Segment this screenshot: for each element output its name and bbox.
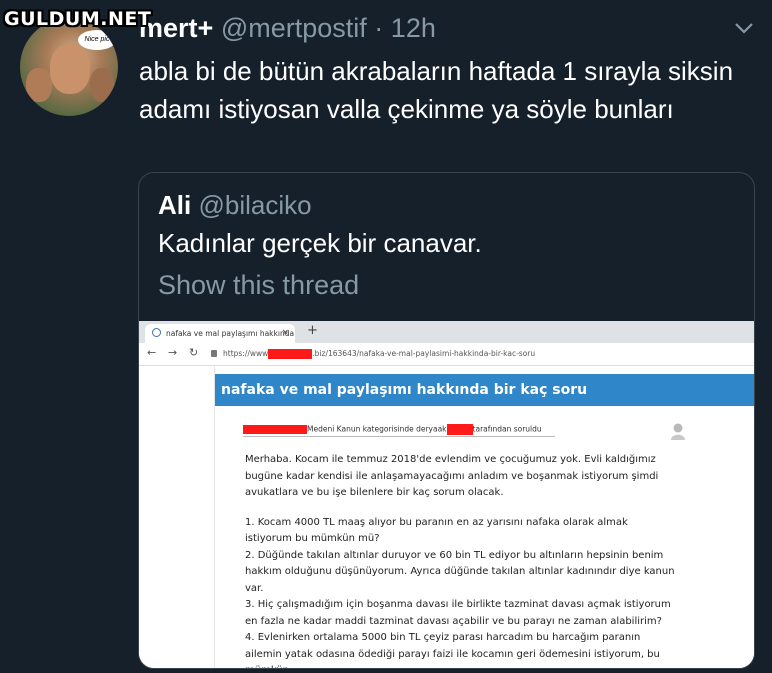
tweet-text: abla bi de bütün akrabaların haftada 1 s…	[139, 56, 734, 124]
url-prefix: https://www	[223, 349, 269, 358]
avatar[interactable]: Nice pic	[20, 18, 118, 116]
redaction-mark	[243, 425, 307, 434]
browser-nav-bar: ← → ↻ https://www .biz/163643/nafaka-ve-m…	[139, 343, 754, 366]
address-bar[interactable]: https://www .biz/163643/nafaka-ve-mal-pay…	[211, 349, 535, 359]
new-tab-icon[interactable]: +	[307, 323, 318, 338]
watermark: GULDUM.NET	[4, 8, 152, 30]
meta-category: Medeni Kanun kategorisinde deryaak	[307, 424, 447, 434]
avatar-face	[50, 44, 90, 94]
user-avatar-icon	[671, 423, 685, 440]
redaction-mark	[446, 424, 473, 435]
page-margin	[139, 366, 213, 668]
favicon-icon	[152, 328, 161, 337]
show-thread-link[interactable]: Show this thread	[158, 267, 359, 303]
back-arrow-icon[interactable]: ←	[147, 346, 156, 359]
quoted-tweet-text: Kadınlar gerçek bir canavar.	[158, 228, 482, 258]
quoted-tweet[interactable]: Ali @bilaciko Kadınlar gerçek bir canava…	[138, 172, 755, 669]
url-suffix: .biz/163643/nafaka-ve-mal-paylasimi-hakk…	[312, 349, 536, 358]
avatar-speech-bubble: Nice pic	[78, 30, 116, 50]
page-title-banner: nafaka ve mal paylaşımı hakkında bir kaç…	[215, 374, 754, 406]
quoted-display-name: Ali	[158, 190, 192, 220]
reload-icon[interactable]: ↻	[189, 346, 198, 359]
intro-paragraph: Merhaba. Kocam ile temmuz 2018'de evlend…	[245, 454, 659, 498]
tweet-header: mert+ @mertpostif · 12h	[139, 10, 436, 46]
separator: ·	[374, 13, 384, 43]
avatar-face	[26, 68, 52, 102]
browser-tab-bar: nafaka ve mal paylaşımı hakkında × +	[139, 321, 754, 343]
page-content: nafaka ve mal paylaşımı hakkında bir kaç…	[214, 366, 754, 668]
avatar-face	[90, 68, 114, 102]
lock-icon	[211, 350, 217, 357]
handle[interactable]: @mertpostif	[221, 13, 367, 43]
browser-tab[interactable]: nafaka ve mal paylaşımı hakkında ×	[145, 324, 295, 343]
questions-paragraph: 1. Kocam 4000 TL maaş alıyor bu paranın …	[245, 516, 675, 669]
timestamp[interactable]: 12h	[391, 13, 436, 43]
tab-title: nafaka ve mal paylaşımı hakkında	[166, 329, 295, 338]
divider	[243, 436, 555, 437]
redaction-mark	[268, 349, 313, 359]
question-body: Merhaba. Kocam ile temmuz 2018'de evlend…	[245, 452, 675, 668]
meta-author: tarafından soruldu	[472, 424, 542, 434]
question-meta: Medeni Kanun kategorisinde deryaak tarafı…	[243, 424, 542, 435]
attached-screenshot[interactable]: nafaka ve mal paylaşımı hakkında × + ← →…	[139, 321, 754, 668]
quoted-handle: @bilaciko	[198, 190, 312, 220]
tab-close-icon[interactable]: ×	[281, 324, 289, 343]
forward-arrow-icon[interactable]: →	[168, 346, 177, 359]
quoted-tweet-header: Ali @bilaciko	[158, 187, 312, 223]
chevron-down-icon[interactable]	[733, 20, 755, 36]
